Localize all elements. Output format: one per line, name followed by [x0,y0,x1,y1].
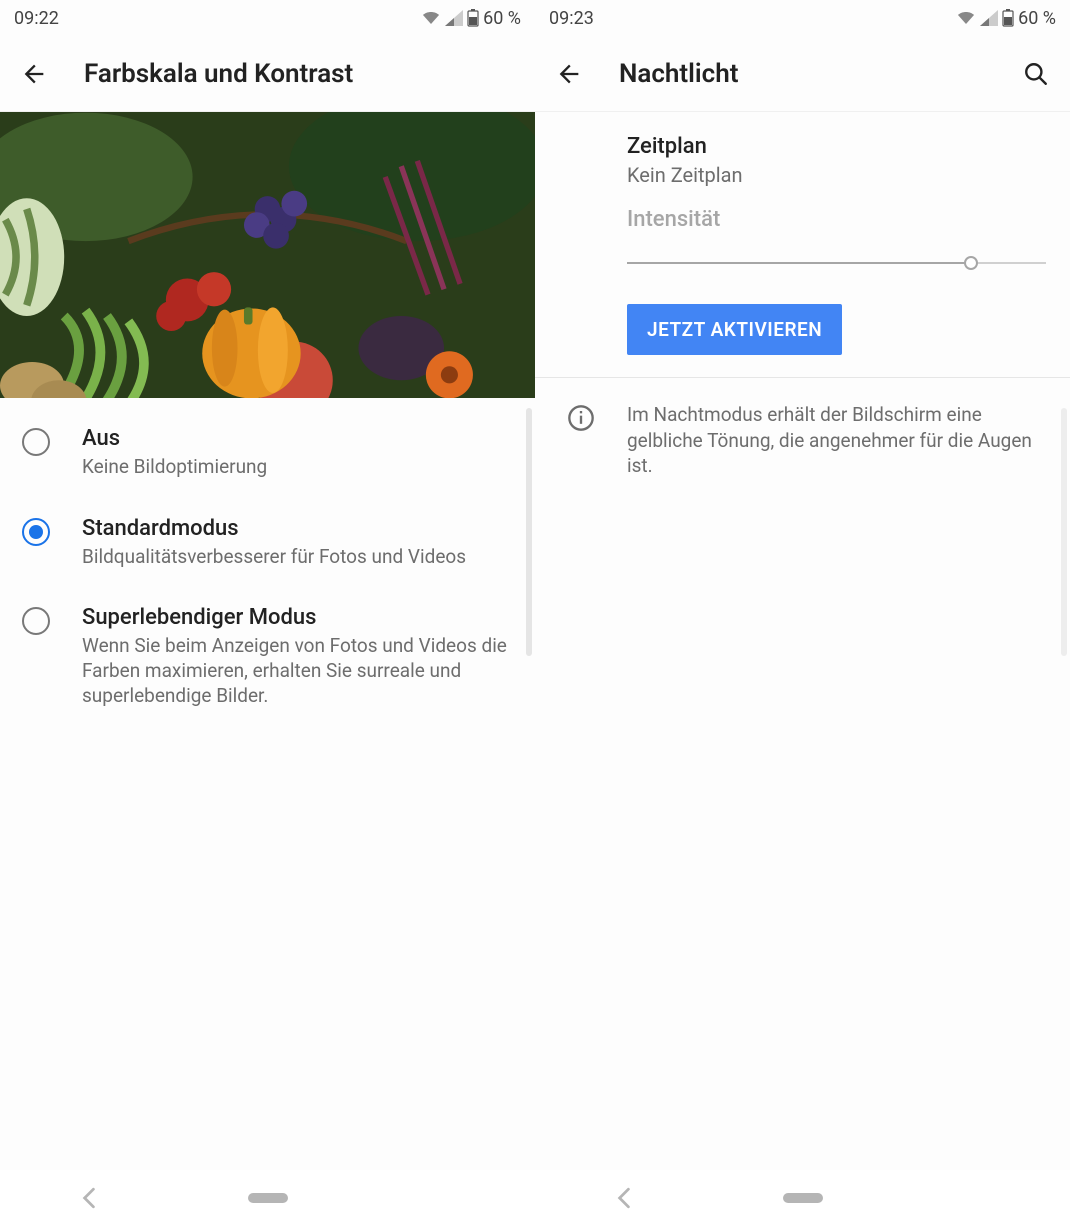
back-arrow-icon [555,60,583,88]
nav-back-button[interactable] [80,1187,98,1209]
cell-signal-icon [445,10,463,26]
slider-thumb-icon [964,256,978,270]
color-preview-image [0,112,535,398]
intensity-slider[interactable] [627,262,1046,264]
schedule-title: Zeitplan [627,134,1046,159]
page-title: Nachtlicht [619,59,986,89]
info-row: Im Nachtmodus erhält der Bildschirm eine… [535,378,1070,479]
app-bar: Farbskala und Kontrast [0,36,535,112]
android-nav-bar [0,1170,535,1226]
status-battery-percent: 60 % [1018,8,1056,29]
status-bar: 09:23 60 % [535,0,1070,36]
schedule-row[interactable]: Zeitplan Kein Zeitplan [535,112,1070,187]
radio-icon [22,518,50,546]
display-mode-radio-group: Aus Keine Bildoptimierung Standardmodus … [0,398,535,736]
status-bar: 09:22 60 % [0,0,535,36]
screen-night-light: 09:23 60 % Nachtlicht Zeitplan Kein Zeit… [535,0,1070,1226]
cell-signal-icon [980,10,998,26]
back-arrow-icon [20,60,48,88]
wifi-icon [421,10,441,26]
battery-icon [1002,9,1014,27]
radio-title: Aus [82,426,267,451]
intensity-label: Intensität [627,207,1046,232]
search-icon [1023,61,1049,87]
radio-option-off[interactable]: Aus Keine Bildoptimierung [0,408,535,498]
status-time: 09:22 [14,8,59,29]
nav-home-pill[interactable] [783,1193,823,1203]
radio-option-supervivid[interactable]: Superlebendiger Modus Wenn Sie beim Anze… [0,587,535,726]
radio-desc: Keine Bildoptimierung [82,455,267,480]
search-button[interactable] [1016,54,1056,94]
activate-now-button[interactable]: JETZT AKTIVIEREN [627,304,842,355]
scrollbar[interactable] [526,408,532,656]
back-button[interactable] [14,54,54,94]
screen-color-scale: 09:22 60 % Farbskala und Kontrast [0,0,535,1226]
radio-icon [22,428,50,456]
status-right: 60 % [956,8,1056,29]
radio-icon [22,607,50,635]
nav-back-button[interactable] [615,1187,633,1209]
info-icon [567,404,595,436]
status-right: 60 % [421,8,521,29]
radio-desc: Bildqualitätsverbesserer für Fotos und V… [82,545,466,570]
nav-home-pill[interactable] [248,1193,288,1203]
status-time: 09:23 [549,8,594,29]
scrollbar[interactable] [1061,408,1067,656]
radio-title: Standardmodus [82,516,466,541]
app-bar: Nachtlicht [535,36,1070,112]
status-battery-percent: 60 % [483,8,521,29]
radio-title: Superlebendiger Modus [82,605,513,630]
battery-icon [467,9,479,27]
radio-option-standard[interactable]: Standardmodus Bildqualitätsverbesserer f… [0,498,535,588]
radio-desc: Wenn Sie beim Anzeigen von Fotos und Vid… [82,634,513,708]
wifi-icon [956,10,976,26]
schedule-value: Kein Zeitplan [627,163,1046,187]
info-text: Im Nachtmodus erhält der Bildschirm eine… [627,402,1046,479]
android-nav-bar [535,1170,1070,1226]
page-title: Farbskala und Kontrast [84,59,521,89]
back-button[interactable] [549,54,589,94]
